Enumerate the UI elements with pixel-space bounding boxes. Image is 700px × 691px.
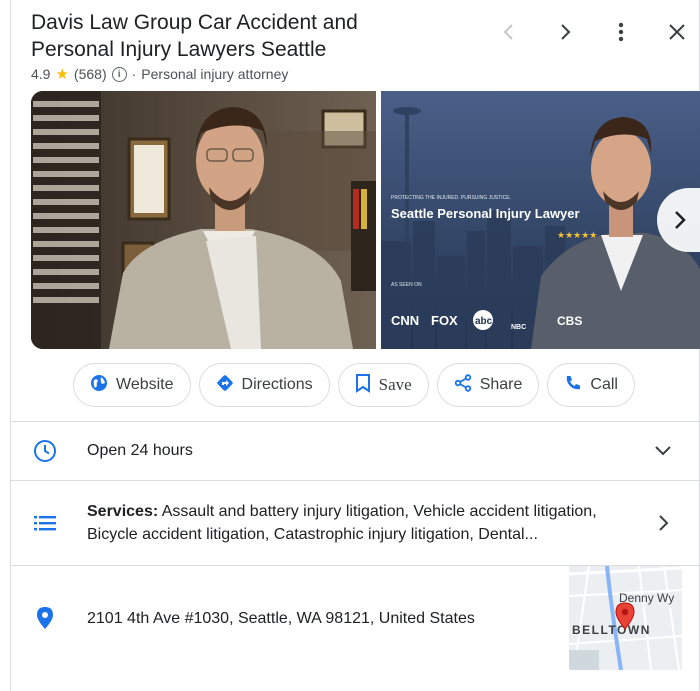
promo-headline: Seattle Personal Injury Lawyer [391, 206, 580, 221]
logo-cbs: CBS [557, 314, 582, 328]
share-icon [454, 373, 472, 397]
map-neighborhood-label: BELLTOWN [572, 623, 651, 637]
website-button[interactable]: Website [73, 363, 191, 407]
logo-cnn: CNN [391, 313, 419, 328]
address-text: 2101 4th Ave #1030, Seattle, WA 98121, U… [87, 609, 475, 627]
directions-button[interactable]: Directions [198, 363, 330, 407]
share-label: Share [479, 376, 523, 393]
business-photo-office[interactable] [31, 91, 376, 349]
call-label: Call [590, 376, 618, 393]
review-count[interactable]: (568) [74, 66, 107, 82]
business-name: Davis Law Group Car Accident and Persona… [31, 11, 358, 61]
directions-label: Directions [241, 376, 313, 393]
share-button[interactable]: Share [436, 363, 540, 407]
call-button[interactable]: Call [547, 363, 635, 407]
more-vert-icon[interactable] [607, 18, 635, 46]
header-actions [459, 18, 699, 46]
services-row[interactable]: Services: Assault and battery injury lit… [11, 481, 700, 565]
business-category: Personal injury attorney [141, 66, 289, 82]
save-button[interactable]: Save [337, 363, 429, 407]
star-icon: ★ [55, 66, 69, 83]
chevron-left-icon[interactable] [495, 18, 523, 46]
location-pin-icon [31, 604, 59, 632]
info-icon[interactable]: i [111, 66, 127, 82]
promo-kicker: PROTECTING THE INJURED. PURSUING JUSTICE… [391, 195, 511, 201]
promo-seen-on: AS SEEN ON [391, 282, 422, 288]
chevron-right-icon [675, 211, 686, 229]
services-label: Services: [87, 503, 159, 520]
knowledge-panel: Davis Law Group Car Accident and Persona… [10, 0, 700, 691]
website-label: Website [116, 376, 174, 393]
logo-abc: abc [475, 316, 493, 327]
business-photo-promo[interactable]: PROTECTING THE INJURED. PURSUING JUSTICE… [381, 91, 700, 349]
promo-stars: ★★★★★ [557, 231, 597, 241]
close-icon[interactable] [663, 18, 691, 46]
action-buttons: Website Directions Save Share Call [73, 363, 635, 407]
hours-row[interactable]: Open 24 hours [11, 422, 700, 479]
services-list: Assault and battery injury litigation, V… [87, 503, 597, 543]
rating-row: 4.9 ★ (568) i · Personal injury attorney [31, 65, 288, 83]
meta-separator: · [131, 66, 137, 82]
clock-icon [31, 437, 59, 465]
list-icon [31, 509, 59, 537]
phone-icon [564, 374, 582, 397]
logo-fox: FOX [431, 313, 458, 328]
hours-status: Open 24 hours [87, 442, 193, 459]
services-text: Services: Assault and battery injury lit… [87, 500, 627, 546]
save-label: Save [378, 375, 412, 394]
chevron-right-icon[interactable] [653, 513, 673, 533]
directions-icon [216, 374, 234, 397]
rating-value: 4.9 [31, 66, 51, 82]
logo-nbc: NBC [511, 324, 526, 331]
globe-icon [90, 374, 108, 397]
map-thumbnail[interactable]: Denny Wy BELLTOWN [569, 566, 682, 670]
map-pin-icon [615, 602, 635, 635]
bookmark-icon [355, 373, 371, 398]
chevron-down-icon[interactable] [653, 441, 673, 461]
chevron-right-icon[interactable] [551, 18, 579, 46]
